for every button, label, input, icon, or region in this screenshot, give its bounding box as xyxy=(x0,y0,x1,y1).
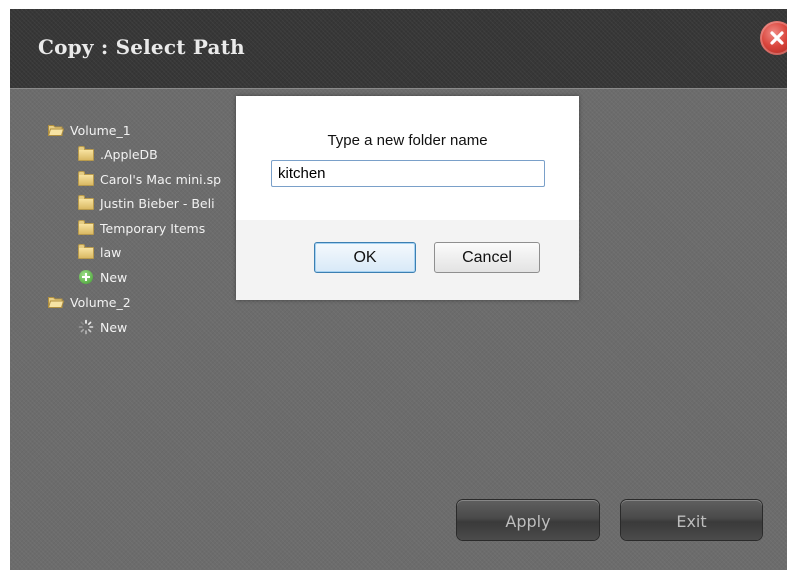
folder-open-icon xyxy=(47,123,65,137)
title-separator xyxy=(10,88,787,89)
cancel-button[interactable]: Cancel xyxy=(434,242,540,273)
tree-item-label: Volume_1 xyxy=(70,122,131,138)
new-folder-dialog: Type a new folder name OK Cancel xyxy=(236,96,579,300)
tree-item-temporary-items[interactable]: Temporary Items xyxy=(78,218,205,238)
window-title: Copy : Select Path xyxy=(38,35,245,59)
folder-icon xyxy=(78,146,94,161)
tree-item-label: Volume_2 xyxy=(70,294,131,310)
tree-item-new-loading[interactable]: New xyxy=(78,317,127,337)
tree-item-label: New xyxy=(100,269,128,285)
tree-item-label: Temporary Items xyxy=(100,220,206,236)
add-icon xyxy=(78,270,94,284)
folder-open-icon xyxy=(47,295,65,309)
tree-item-label: .AppleDB xyxy=(100,146,158,162)
tree-item-appledb[interactable]: .AppleDB xyxy=(78,144,158,164)
tree-item-new-folder[interactable]: New xyxy=(78,267,127,287)
close-icon xyxy=(770,31,784,45)
dialog-body: Type a new folder name xyxy=(236,96,579,220)
exit-button[interactable]: Exit xyxy=(621,500,762,540)
ok-button[interactable]: OK xyxy=(314,242,416,273)
close-button[interactable] xyxy=(760,21,787,55)
tree-item-carols-mac-mini[interactable]: Carol's Mac mini.sp xyxy=(78,169,234,189)
folder-name-input[interactable] xyxy=(271,160,545,187)
tree-item-label: Justin Bieber - Beli xyxy=(100,195,215,211)
folder-icon xyxy=(78,171,94,186)
tree-item-volume-2[interactable]: Volume_2 xyxy=(47,292,131,312)
tree-item-label: law xyxy=(100,244,122,260)
loading-spinner-icon xyxy=(78,319,94,335)
tree-item-label: New xyxy=(100,319,128,335)
tree-item-volume-1[interactable]: Volume_1 xyxy=(47,120,131,140)
folder-icon xyxy=(78,220,94,235)
apply-button[interactable]: Apply xyxy=(457,500,599,540)
tree-item-label: Carol's Mac mini.sp xyxy=(100,171,222,187)
tree-item-law[interactable]: law xyxy=(78,242,121,262)
title-bar: Copy : Select Path xyxy=(10,9,787,88)
folder-icon xyxy=(78,244,94,259)
dialog-prompt: Type a new folder name xyxy=(327,132,488,149)
tree-item-justin-bieber[interactable]: Justin Bieber - Beli xyxy=(78,193,234,213)
folder-icon xyxy=(78,195,94,210)
